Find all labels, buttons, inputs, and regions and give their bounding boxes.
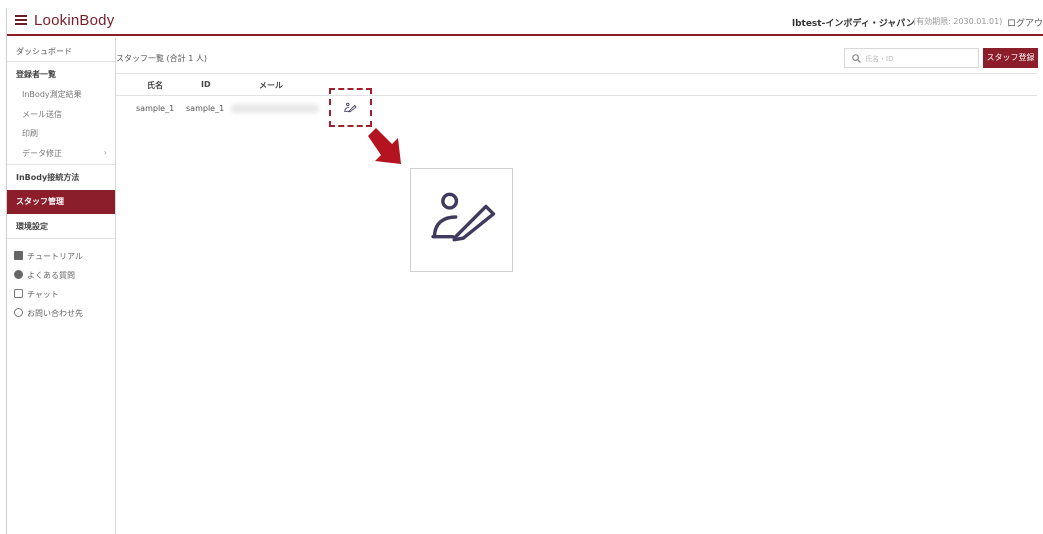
- table-header-border: [116, 95, 1037, 96]
- contact-icon: [14, 308, 23, 317]
- top-header: LookinBody lbtest-インボディ・ジャパン (有効期限: 2030…: [7, 8, 1043, 36]
- sidebar-item-print[interactable]: 印刷: [7, 128, 115, 139]
- hamburger-menu-icon[interactable]: [15, 15, 27, 25]
- sidebar-divider: [7, 164, 115, 165]
- help-item-chat[interactable]: チャット: [14, 289, 59, 300]
- chat-icon: [14, 289, 23, 298]
- cell-name: sample_1: [136, 104, 175, 113]
- help-item-tutorial[interactable]: チュートリアル: [14, 251, 83, 262]
- column-header-id: ID: [201, 80, 211, 89]
- sidebar-item-settings[interactable]: 環境設定: [7, 221, 115, 232]
- faq-icon: [14, 270, 23, 279]
- app-logo[interactable]: LookinBody: [34, 12, 114, 29]
- expiry-date: (有効期限: 2030.01.01): [913, 17, 1003, 26]
- highlight-box: [329, 88, 372, 127]
- sidebar-item-inbody-results[interactable]: InBody測定結果: [7, 89, 115, 100]
- help-label: よくある質問: [27, 271, 75, 280]
- help-label: チュートリアル: [27, 252, 83, 261]
- sidebar-item-data-edit[interactable]: データ修正 ›: [7, 148, 115, 159]
- chevron-right-icon: ›: [103, 148, 107, 157]
- edit-staff-icon-enlarged: [431, 192, 496, 242]
- help-item-faq[interactable]: よくある質問: [14, 270, 75, 281]
- help-label: お問い合わせ先: [27, 309, 83, 318]
- sidebar-item-dashboard[interactable]: ダッシュボード: [7, 46, 115, 57]
- logout-link[interactable]: ログアウト: [1007, 16, 1043, 29]
- sidebar-item-staff[interactable]: スタッフ管理: [7, 190, 115, 214]
- page-title: スタッフ一覧 (合計 1 人): [116, 54, 207, 63]
- search-icon: [852, 54, 861, 63]
- account-name: lbtest-インボディ・ジャパン: [792, 19, 915, 29]
- column-header-name: 氏名: [147, 81, 163, 90]
- search-input[interactable]: [865, 51, 975, 66]
- search-field[interactable]: [844, 48, 979, 68]
- cell-id: sample_1: [186, 104, 225, 113]
- column-header-email: メール: [259, 81, 283, 90]
- table-top-border: [116, 73, 1037, 74]
- zoomed-edit-icon-callout: [410, 168, 513, 272]
- sidebar-item-label: データ修正: [22, 149, 62, 158]
- help-item-contact[interactable]: お問い合わせ先: [14, 308, 83, 319]
- sidebar-item-send-mail[interactable]: メール送信: [7, 109, 115, 120]
- sidebar-item-inbody-connect[interactable]: InBody接続方法: [7, 172, 115, 183]
- register-staff-button[interactable]: スタッフ登録: [983, 48, 1038, 68]
- cell-email-blurred: [231, 104, 319, 113]
- sidebar-divider: [7, 61, 115, 62]
- arrow-down-right-icon: [368, 128, 401, 164]
- sidebar: ダッシュボード 登録者一覧 InBody測定結果 メール送信 印刷 データ修正 …: [7, 38, 116, 534]
- sidebar-item-members[interactable]: 登録者一覧: [7, 69, 115, 80]
- tutorial-icon: [14, 251, 23, 260]
- help-label: チャット: [27, 290, 59, 299]
- sidebar-divider: [7, 238, 115, 239]
